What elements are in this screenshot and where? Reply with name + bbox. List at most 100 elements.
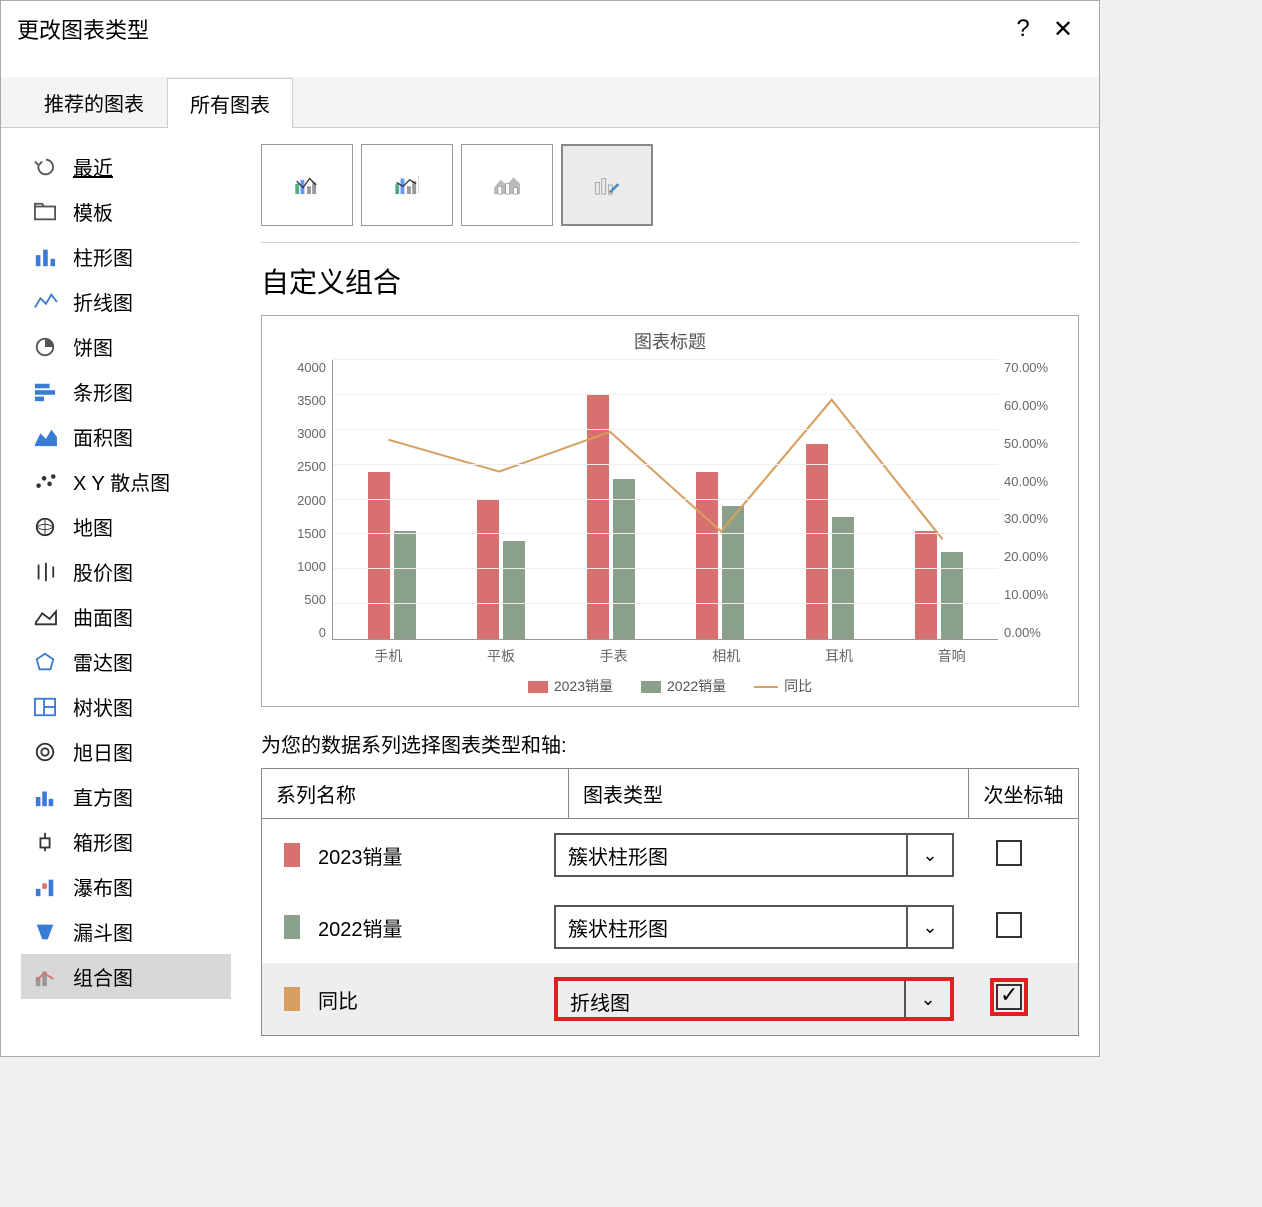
sidebar-item-label: 树状图	[73, 692, 133, 721]
clustered-column-line-icon	[294, 174, 320, 196]
histogram-icon	[31, 785, 59, 809]
plot-area	[332, 360, 998, 640]
sidebar-item-map[interactable]: 地图	[21, 504, 231, 549]
sidebar-item-line[interactable]: 折线图	[21, 279, 231, 324]
combo-subtype-1[interactable]	[261, 144, 353, 226]
pie-icon	[31, 335, 59, 359]
combo-subtype-2[interactable]	[361, 144, 453, 226]
series-color-swatch	[284, 915, 300, 939]
sidebar-item-label: 股价图	[73, 557, 133, 586]
sidebar-item-label: 柱形图	[73, 242, 133, 271]
series-instruction: 为您的数据系列选择图表类型和轴:	[261, 707, 1079, 768]
secondary-axis-checkbox[interactable]	[996, 912, 1022, 938]
sidebar-item-radar[interactable]: 雷达图	[21, 639, 231, 684]
sidebar-item-area[interactable]: 面积图	[21, 414, 231, 459]
map-icon	[31, 515, 59, 539]
tab-all[interactable]: 所有图表	[167, 78, 293, 128]
sidebar-item-label: 直方图	[73, 782, 133, 811]
surface-icon	[31, 605, 59, 629]
chart-type-dropdown[interactable]: 簇状柱形图⌄	[554, 905, 954, 949]
sidebar-item-label: 饼图	[73, 332, 113, 361]
radar-icon	[31, 650, 59, 674]
stock-icon	[31, 560, 59, 584]
series-name: 2023销量	[318, 841, 554, 870]
stacked-area-column-icon	[494, 174, 520, 196]
chart-type-value: 簇状柱形图	[556, 835, 906, 875]
sidebar-item-label: 瀑布图	[73, 872, 133, 901]
combo-icon	[31, 965, 59, 989]
chart-preview: 图表标题 40003500300025002000150010005000 70…	[261, 315, 1079, 707]
close-button[interactable]: ✕	[1043, 15, 1083, 44]
chart-category-sidebar: 最近模板柱形图折线图饼图条形图面积图 X Y 散点图地图股价图曲面图雷达图树状图旭…	[21, 144, 231, 1036]
sidebar-item-label: 漏斗图	[73, 917, 133, 946]
y-axis-left: 40003500300025002000150010005000	[272, 360, 332, 640]
header-secondary-axis: 次坐标轴	[968, 769, 1078, 818]
sidebar-item-stock[interactable]: 股价图	[21, 549, 231, 594]
line-overlay	[333, 360, 998, 639]
secondary-axis-checkbox[interactable]	[996, 840, 1022, 866]
tab-strip: 推荐的图表 所有图表	[1, 77, 1099, 128]
bar-icon	[31, 380, 59, 404]
series-color-swatch	[284, 987, 300, 1011]
sidebar-item-histogram[interactable]: 直方图	[21, 774, 231, 819]
sidebar-item-folder[interactable]: 模板	[21, 189, 231, 234]
custom-combo-icon	[594, 174, 620, 196]
waterfall-icon	[31, 875, 59, 899]
sidebar-item-label: 折线图	[73, 287, 133, 316]
x-axis: 手机平板手表相机耳机音响	[272, 640, 1068, 666]
sidebar-item-funnel[interactable]: 漏斗图	[21, 909, 231, 954]
sidebar-item-scatter[interactable]: X Y 散点图	[21, 459, 231, 504]
chart-type-value: 折线图	[558, 981, 904, 1017]
chart-title: 图表标题	[272, 328, 1068, 354]
series-table: 系列名称 图表类型 次坐标轴 2023销量簇状柱形图⌄2022销量簇状柱形图⌄同…	[261, 768, 1079, 1036]
series-row: 同比折线图⌄	[262, 963, 1078, 1035]
treemap-icon	[31, 695, 59, 719]
sidebar-item-label: 曲面图	[73, 602, 133, 631]
sidebar-item-label: 地图	[73, 512, 113, 541]
sidebar-item-surface[interactable]: 曲面图	[21, 594, 231, 639]
chart-type-dropdown[interactable]: 折线图⌄	[554, 977, 954, 1021]
chart-type-dropdown[interactable]: 簇状柱形图⌄	[554, 833, 954, 877]
sidebar-item-column[interactable]: 柱形图	[21, 234, 231, 279]
header-chart-type: 图表类型	[568, 769, 968, 818]
folder-icon	[31, 200, 59, 224]
sidebar-item-label: 箱形图	[73, 827, 133, 856]
line-icon	[31, 290, 59, 314]
sidebar-item-treemap[interactable]: 树状图	[21, 684, 231, 729]
area-icon	[31, 425, 59, 449]
sidebar-item-label: 雷达图	[73, 647, 133, 676]
sidebar-item-box[interactable]: 箱形图	[21, 819, 231, 864]
combo-subtype-3[interactable]	[461, 144, 553, 226]
y-axis-right: 70.00%60.00%50.00%40.00%30.00%20.00%10.0…	[998, 360, 1068, 640]
sidebar-item-pie[interactable]: 饼图	[21, 324, 231, 369]
series-name: 2022销量	[318, 913, 554, 942]
series-color-swatch	[284, 843, 300, 867]
sidebar-item-label: 面积图	[73, 422, 133, 451]
combo-subtype-custom[interactable]	[561, 144, 653, 226]
secondary-axis-checkbox[interactable]	[996, 984, 1022, 1010]
funnel-icon	[31, 920, 59, 944]
change-chart-type-dialog: 更改图表类型 ? ✕ 推荐的图表 所有图表 最近模板柱形图折线图饼图条形图面积图…	[0, 0, 1100, 1057]
help-button[interactable]: ?	[1003, 15, 1043, 43]
sidebar-item-undo[interactable]: 最近	[21, 144, 231, 189]
chevron-down-icon: ⌄	[906, 835, 952, 875]
dialog-title: 更改图表类型	[17, 13, 1003, 45]
sidebar-item-label: 旭日图	[73, 737, 133, 766]
sunburst-icon	[31, 740, 59, 764]
header-series-name: 系列名称	[262, 769, 568, 818]
sidebar-item-label: 组合图	[73, 962, 133, 991]
box-icon	[31, 830, 59, 854]
tab-recommended[interactable]: 推荐的图表	[21, 77, 167, 127]
main-panel: 自定义组合 图表标题 40003500300025002000150010005…	[231, 144, 1079, 1036]
legend: 2023销量2022销量同比	[272, 666, 1068, 700]
sidebar-item-combo[interactable]: 组合图	[21, 954, 231, 999]
series-name: 同比	[318, 985, 554, 1014]
sidebar-item-sunburst[interactable]: 旭日图	[21, 729, 231, 774]
combo-subtype-row	[261, 144, 1079, 243]
sidebar-item-bar[interactable]: 条形图	[21, 369, 231, 414]
chevron-down-icon: ⌄	[904, 981, 950, 1017]
sidebar-item-waterfall[interactable]: 瀑布图	[21, 864, 231, 909]
series-header: 系列名称 图表类型 次坐标轴	[262, 769, 1078, 819]
sidebar-item-label: 最近	[73, 152, 113, 181]
series-row: 2023销量簇状柱形图⌄	[262, 819, 1078, 891]
